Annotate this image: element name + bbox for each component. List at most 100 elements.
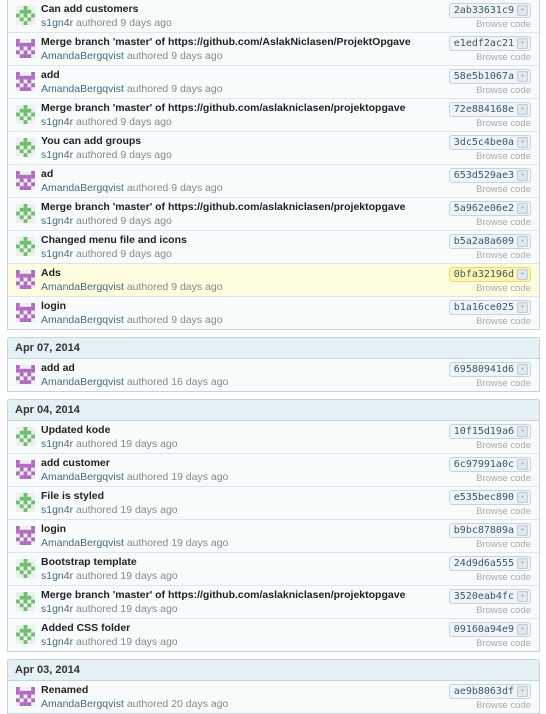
- avatar[interactable]: [16, 105, 35, 124]
- copy-sha-icon[interactable]: •: [517, 236, 528, 247]
- commit-author-link[interactable]: AmandaBergqvist: [41, 376, 124, 388]
- commit-message-link[interactable]: ad: [41, 168, 53, 180]
- copy-sha-icon[interactable]: •: [517, 302, 528, 313]
- commit-author-link[interactable]: s1gn4r: [41, 570, 73, 582]
- commit-sha-button[interactable]: e535bec890 •: [448, 490, 531, 505]
- copy-sha-icon[interactable]: •: [517, 38, 528, 49]
- commit-sha-button[interactable]: b5a2a8a609 •: [448, 234, 531, 249]
- browse-code-link[interactable]: Browse code: [476, 605, 531, 616]
- copy-sha-icon[interactable]: •: [517, 558, 528, 569]
- avatar[interactable]: [16, 138, 35, 157]
- avatar[interactable]: [16, 687, 35, 706]
- avatar[interactable]: [16, 460, 35, 479]
- commit-sha-button[interactable]: 6c97991a0c •: [448, 457, 531, 472]
- commit-sha-button[interactable]: b1a16ce025 •: [448, 300, 531, 315]
- commit-sha-button[interactable]: e1edf2ac21 •: [448, 36, 531, 51]
- copy-sha-icon[interactable]: •: [517, 269, 528, 280]
- commit-message-link[interactable]: Renamed: [41, 684, 88, 696]
- commit-author-link[interactable]: s1gn4r: [41, 504, 73, 516]
- commit-message-link[interactable]: login: [41, 523, 66, 535]
- browse-code-link[interactable]: Browse code: [476, 506, 531, 517]
- commit-author-link[interactable]: s1gn4r: [41, 215, 73, 227]
- copy-sha-icon[interactable]: •: [517, 624, 528, 635]
- browse-code-link[interactable]: Browse code: [476, 638, 531, 649]
- commit-sha-button[interactable]: ae9b8063df •: [448, 684, 531, 699]
- browse-code-link[interactable]: Browse code: [476, 217, 531, 228]
- commit-sha-button[interactable]: 58e5b1067a •: [448, 69, 531, 84]
- commit-message-link[interactable]: Added CSS folder: [41, 622, 130, 634]
- copy-sha-icon[interactable]: •: [517, 71, 528, 82]
- copy-sha-icon[interactable]: •: [517, 459, 528, 470]
- commit-author-link[interactable]: AmandaBergqvist: [41, 83, 124, 95]
- browse-code-link[interactable]: Browse code: [476, 184, 531, 195]
- commit-message-link[interactable]: You can add groups: [41, 135, 141, 147]
- commit-message-link[interactable]: File is styled: [41, 490, 104, 502]
- commit-sha-button[interactable]: 3520eab4fc •: [448, 589, 531, 604]
- browse-code-link[interactable]: Browse code: [476, 700, 531, 711]
- commit-sha-button[interactable]: 653d529ae3 •: [448, 168, 531, 183]
- commit-author-link[interactable]: s1gn4r: [41, 149, 73, 161]
- commit-message-link[interactable]: add ad: [41, 362, 75, 374]
- avatar[interactable]: [16, 72, 35, 91]
- commit-sha-button[interactable]: 10f15d19a6 •: [448, 424, 531, 439]
- commit-message-link[interactable]: Merge branch 'master' of https://github.…: [41, 589, 405, 601]
- commit-sha-button[interactable]: 3dc5c4be0a •: [448, 135, 531, 150]
- commit-message-link[interactable]: Merge branch 'master' of https://github.…: [41, 36, 411, 48]
- avatar[interactable]: [16, 625, 35, 644]
- browse-code-link[interactable]: Browse code: [476, 572, 531, 583]
- browse-code-link[interactable]: Browse code: [476, 151, 531, 162]
- commit-message-link[interactable]: Ads: [41, 267, 61, 279]
- commit-author-link[interactable]: AmandaBergqvist: [41, 537, 124, 549]
- commit-message-link[interactable]: add customer: [41, 457, 110, 469]
- commit-author-link[interactable]: AmandaBergqvist: [41, 281, 124, 293]
- commit-author-link[interactable]: AmandaBergqvist: [41, 182, 124, 194]
- copy-sha-icon[interactable]: •: [517, 426, 528, 437]
- copy-sha-icon[interactable]: •: [517, 492, 528, 503]
- commit-sha-button[interactable]: 09160a94e9 •: [448, 622, 531, 637]
- avatar[interactable]: [16, 365, 35, 384]
- commit-message-link[interactable]: add: [41, 69, 60, 81]
- commit-message-link[interactable]: Bootstrap template: [41, 556, 137, 568]
- copy-sha-icon[interactable]: •: [517, 170, 528, 181]
- avatar[interactable]: [16, 204, 35, 223]
- avatar[interactable]: [16, 493, 35, 512]
- commit-author-link[interactable]: s1gn4r: [41, 17, 73, 29]
- commit-author-link[interactable]: AmandaBergqvist: [41, 314, 124, 326]
- copy-sha-icon[interactable]: •: [517, 5, 528, 16]
- commit-sha-button[interactable]: 5a962e06e2 •: [448, 201, 531, 216]
- commit-author-link[interactable]: s1gn4r: [41, 636, 73, 648]
- copy-sha-icon[interactable]: •: [517, 364, 528, 375]
- commit-author-link[interactable]: AmandaBergqvist: [41, 50, 124, 62]
- commit-author-link[interactable]: s1gn4r: [41, 438, 73, 450]
- copy-sha-icon[interactable]: •: [517, 203, 528, 214]
- browse-code-link[interactable]: Browse code: [476, 539, 531, 550]
- commit-message-link[interactable]: Merge branch 'master' of https://github.…: [41, 102, 405, 114]
- commit-message-link[interactable]: Updated kode: [41, 424, 110, 436]
- avatar[interactable]: [16, 270, 35, 289]
- commit-author-link[interactable]: s1gn4r: [41, 116, 73, 128]
- avatar[interactable]: [16, 303, 35, 322]
- browse-code-link[interactable]: Browse code: [476, 316, 531, 327]
- browse-code-link[interactable]: Browse code: [476, 283, 531, 294]
- commit-author-link[interactable]: AmandaBergqvist: [41, 698, 124, 710]
- commit-author-link[interactable]: s1gn4r: [41, 248, 73, 260]
- commit-sha-button[interactable]: b9bc87809a •: [448, 523, 531, 538]
- browse-code-link[interactable]: Browse code: [476, 85, 531, 96]
- avatar[interactable]: [16, 171, 35, 190]
- avatar[interactable]: [16, 237, 35, 256]
- browse-code-link[interactable]: Browse code: [476, 473, 531, 484]
- commit-message-link[interactable]: Changed menu file and icons: [41, 234, 187, 246]
- avatar[interactable]: [16, 526, 35, 545]
- avatar[interactable]: [16, 559, 35, 578]
- copy-sha-icon[interactable]: •: [517, 686, 528, 697]
- browse-code-link[interactable]: Browse code: [476, 19, 531, 30]
- commit-sha-button[interactable]: 69580941d6 •: [448, 362, 531, 377]
- commit-sha-button[interactable]: 72e884168e •: [448, 102, 531, 117]
- browse-code-link[interactable]: Browse code: [476, 52, 531, 63]
- commit-message-link[interactable]: login: [41, 300, 66, 312]
- browse-code-link[interactable]: Browse code: [476, 440, 531, 451]
- commit-sha-button[interactable]: 24d9d6a555 •: [448, 556, 531, 571]
- browse-code-link[interactable]: Browse code: [476, 250, 531, 261]
- copy-sha-icon[interactable]: •: [517, 591, 528, 602]
- commit-author-link[interactable]: s1gn4r: [41, 603, 73, 615]
